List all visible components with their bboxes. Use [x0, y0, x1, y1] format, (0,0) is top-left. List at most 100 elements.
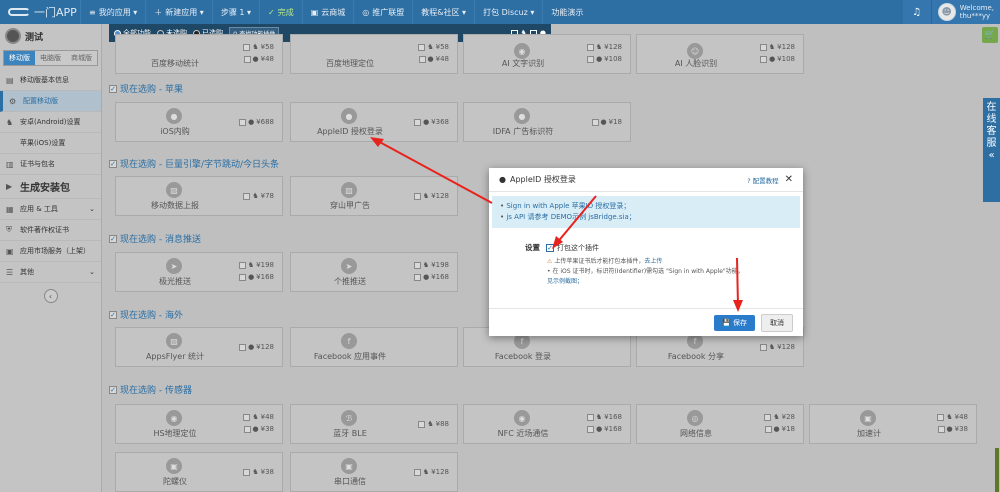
checkbox[interactable]: ✓	[109, 159, 117, 168]
checkbox[interactable]	[591, 118, 599, 126]
pack-plugin-checkbox[interactable]: ✓ 打包这个插件	[546, 242, 599, 253]
checkbox[interactable]: ✓	[109, 84, 117, 93]
nav-store[interactable]: ▣ 云商城	[301, 0, 354, 24]
price-ios[interactable]: ● ¥18	[764, 425, 795, 433]
nav-done[interactable]: ✓ 完成	[259, 0, 302, 24]
plugin-card[interactable]: ● iOS内购 ● ¥688	[115, 102, 283, 142]
cancel-button[interactable]: 取消	[761, 313, 793, 332]
price-ios[interactable]: ● ¥108	[587, 55, 622, 63]
price-android[interactable]: ♞ ¥38	[243, 468, 274, 476]
cart-icon[interactable]: 🛒	[982, 27, 998, 43]
checkbox[interactable]	[243, 468, 251, 476]
checkbox[interactable]	[413, 261, 421, 269]
help-link[interactable]: ? 配置教程	[747, 175, 779, 185]
checkbox[interactable]	[243, 55, 251, 63]
price-ios[interactable]: ● ¥108	[760, 55, 795, 63]
plugin-card[interactable]: ◉ HS地理定位 ♞ ¥48 ● ¥38	[115, 404, 283, 444]
price-android[interactable]: ♞ ¥198	[413, 261, 449, 269]
plugin-card[interactable]: 百度地理定位 ♞ ¥58 ● ¥48	[290, 34, 458, 74]
price-android[interactable]: ♞ ¥58	[243, 43, 274, 51]
price-android[interactable]: ♞ ¥128	[413, 468, 449, 476]
price-android[interactable]: ♞ ¥128	[413, 192, 449, 200]
price-android[interactable]: ♞ ¥48	[937, 413, 968, 421]
bell-icon[interactable]: ♫	[902, 0, 931, 24]
checkbox[interactable]	[764, 413, 772, 421]
price-ios[interactable]: ● ¥168	[587, 425, 622, 433]
plugin-card[interactable]: ▧ 移动数据上报 ♞ ¥78	[115, 176, 283, 216]
price-android[interactable]: ● ¥128	[239, 343, 274, 351]
sidebar-item-tools[interactable]: ▦ 应用 & 工具 ⌄	[0, 199, 101, 220]
price-android[interactable]: ♞ ¥48	[243, 413, 274, 421]
nav-tutorial[interactable]: 教程&社区 ▾	[412, 0, 474, 24]
collapse-icon[interactable]: ‹	[43, 289, 58, 303]
price-ios[interactable]: ● ¥168	[414, 273, 449, 281]
user-menu[interactable]: ☻ Welcome, thu***yy	[930, 0, 1000, 24]
checkbox[interactable]	[760, 55, 768, 63]
scrollbar[interactable]	[995, 448, 999, 492]
checkbox[interactable]	[239, 118, 247, 126]
checkbox[interactable]	[764, 425, 772, 433]
price-android[interactable]: ♞ ¥88	[418, 420, 449, 428]
sidebar-item-android[interactable]: ♞ 安卓(Android)设置	[0, 112, 101, 133]
checkbox[interactable]	[243, 413, 251, 421]
plugin-card[interactable]: ▣ 陀螺仪 ♞ ¥38	[115, 452, 283, 492]
checkbox[interactable]	[243, 43, 251, 51]
price-ios[interactable]: ● ¥168	[239, 273, 274, 281]
plugin-card[interactable]: ◉ AI 文字识别 ♞ ¥128 ● ¥108	[463, 34, 631, 74]
sidebar-item-configure[interactable]: ⚙ 配置移动版	[0, 91, 101, 112]
price-ios[interactable]: ● ¥48	[243, 55, 274, 63]
plugin-card[interactable]: ▣ 加速计 ♞ ¥48 ● ¥38	[809, 404, 977, 444]
nav-demo[interactable]: 功能演示	[542, 0, 591, 24]
sidebar-item-market[interactable]: ▣ 应用市场服务（上架）	[0, 241, 101, 262]
plugin-card[interactable]: ◉ NFC 近场通信 ♞ ¥168 ● ¥168	[463, 404, 631, 444]
checkbox[interactable]	[238, 261, 246, 269]
plugin-card[interactable]: ➤ 极光推送 ♞ ¥198 ● ¥168	[115, 252, 283, 292]
example-link[interactable]: 见示例截图；	[547, 278, 583, 285]
checkbox[interactable]	[587, 55, 595, 63]
checkbox[interactable]	[243, 425, 251, 433]
price-android[interactable]: ♞ ¥128	[759, 343, 795, 351]
price-android[interactable]: ♞ ¥198	[238, 261, 274, 269]
info-line[interactable]: js API 请参考 DEMO示例 jsBridge.sia；	[500, 212, 792, 223]
checkbox[interactable]	[243, 192, 251, 200]
close-icon[interactable]: ✕	[785, 174, 793, 185]
tab-mobile[interactable]: 移动版	[4, 51, 35, 65]
checkbox[interactable]	[418, 55, 426, 63]
sidebar-item-copyright[interactable]: ⛨ 软件著作权证书	[0, 220, 101, 241]
plugin-card[interactable]: ◎ 网络信息 ♞ ¥28 ● ¥18	[636, 404, 804, 444]
checkbox[interactable]	[414, 118, 422, 126]
upload-link[interactable]: 去上传	[644, 258, 662, 265]
tab-mall[interactable]: 商城版	[66, 51, 97, 65]
nav-my-apps[interactable]: ≡ 我的应用 ▾	[80, 0, 145, 24]
price-ios[interactable]: ● ¥18	[591, 118, 622, 126]
nav-step[interactable]: 步骤 1 ▾	[211, 0, 259, 24]
checkbox[interactable]	[413, 192, 421, 200]
checkbox[interactable]	[587, 425, 595, 433]
tab-pc[interactable]: 电脑版	[35, 51, 66, 65]
sidebar-item-other[interactable]: ☰ 其他 ⌄	[0, 262, 101, 283]
price-android[interactable]: ♞ ¥168	[586, 413, 622, 421]
plugin-card[interactable]: ● IDFA 广告标识符 ● ¥18	[463, 102, 631, 142]
nav-new-app[interactable]: ＋新建应用 ▾	[145, 0, 212, 24]
price-android[interactable]: ♞ ¥28	[764, 413, 795, 421]
save-button[interactable]: 💾 保存	[714, 314, 755, 331]
checkbox[interactable]	[937, 413, 945, 421]
plugin-card[interactable]: ℬ 蓝牙 BLE ♞ ¥88	[290, 404, 458, 444]
sidebar-item-mobile-info[interactable]: ▤ 移动版基本信息	[0, 70, 101, 91]
price-android[interactable]: ♞ ¥128	[586, 43, 622, 51]
plugin-card[interactable]: 百度移动统计 ♞ ¥58 ● ¥48	[115, 34, 283, 74]
checkbox[interactable]	[239, 273, 247, 281]
price-ios[interactable]: ● ¥38	[937, 425, 968, 433]
price-ios[interactable]: ● ¥48	[418, 55, 449, 63]
checkbox[interactable]: ✓	[109, 385, 117, 394]
project-header[interactable]: 测试	[0, 24, 101, 48]
checkbox[interactable]	[586, 413, 594, 421]
checkbox[interactable]	[413, 468, 421, 476]
price-android[interactable]: ♞ ¥78	[243, 192, 274, 200]
price-android[interactable]: ♞ ¥58	[418, 43, 449, 51]
sidebar-item-ios[interactable]: 苹果(iOS)设置	[0, 133, 101, 154]
plugin-card[interactable]: ● AppleID 授权登录 ● ¥368	[290, 102, 458, 142]
nav-discuz[interactable]: 打包 Discuz ▾	[474, 0, 542, 24]
price-ios[interactable]: ● ¥38	[243, 425, 274, 433]
checkbox[interactable]	[759, 43, 767, 51]
